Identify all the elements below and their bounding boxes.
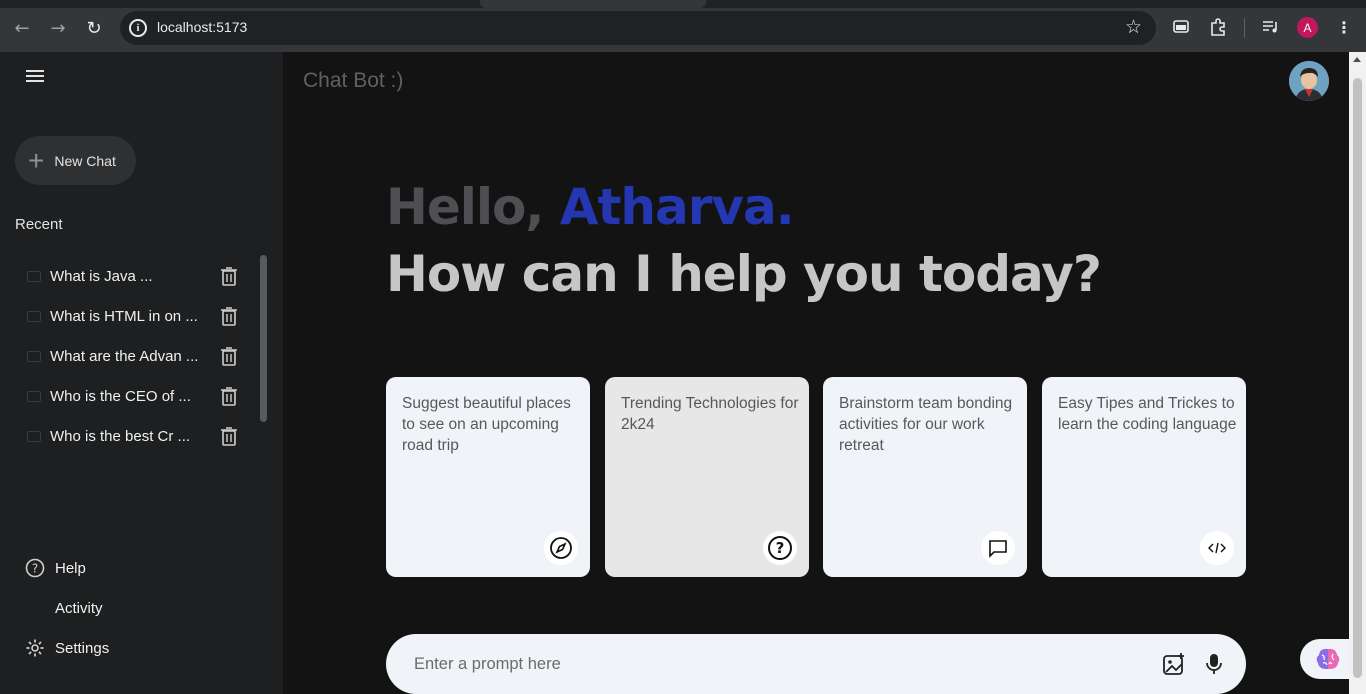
profile-avatar[interactable]: A xyxy=(1297,17,1318,38)
image-upload-icon[interactable] xyxy=(1162,652,1186,676)
scroll-up-arrow-icon[interactable] xyxy=(1353,57,1361,62)
sidebar: + New Chat Recent What is Java ... What … xyxy=(0,52,283,694)
recent-item-label[interactable]: Who is the CEO of ... xyxy=(50,388,210,405)
greeting-name: Atharva. xyxy=(559,178,795,236)
svg-text:?: ? xyxy=(32,562,38,576)
activity-icon xyxy=(25,598,45,618)
help-label: Help xyxy=(55,559,86,577)
cast-icon[interactable] xyxy=(1170,16,1192,38)
recent-item-label[interactable]: What are the Advan ... xyxy=(50,348,210,365)
page-scroll-thumb[interactable] xyxy=(1353,78,1362,678)
recent-item[interactable]: Who is the CEO of ... xyxy=(22,376,252,416)
trash-icon[interactable] xyxy=(220,346,238,366)
suggestion-card[interactable]: Trending Technologies for 2k24 ? xyxy=(605,377,809,577)
prompt-input[interactable] xyxy=(414,652,1114,676)
tab-strip xyxy=(0,0,1366,8)
recent-item[interactable]: Who is the best Cr ... xyxy=(22,416,252,456)
message-icon xyxy=(27,310,41,322)
greeting-hello: Hello, xyxy=(386,178,560,236)
prompt-bar xyxy=(386,634,1246,694)
recent-item[interactable]: What is Java ... xyxy=(22,256,252,296)
site-info-icon[interactable]: i xyxy=(129,19,147,37)
suggestion-card-text: Brainstorm team bonding activities for o… xyxy=(839,395,1013,454)
suggestion-card[interactable]: Suggest beautiful places to see on an up… xyxy=(386,377,590,577)
help-item[interactable]: ? Help xyxy=(25,558,86,578)
greeting-subheading: How can I help you today? xyxy=(386,245,1102,303)
toolbar-separator xyxy=(1244,18,1245,38)
activity-label: Activity xyxy=(55,599,103,617)
trash-icon[interactable] xyxy=(220,386,238,406)
greeting-heading: Hello, Atharva. xyxy=(386,178,795,236)
help-icon: ? xyxy=(25,558,45,578)
code-icon xyxy=(1200,531,1234,565)
gear-icon xyxy=(25,638,45,658)
plus-icon: + xyxy=(28,144,45,176)
active-tab[interactable] xyxy=(480,0,706,8)
forward-icon[interactable]: → xyxy=(46,16,70,40)
trash-icon[interactable] xyxy=(220,306,238,326)
back-icon[interactable]: ← xyxy=(10,16,34,40)
suggestion-card-text: Trending Technologies for 2k24 xyxy=(621,395,799,433)
message-icon xyxy=(27,430,41,442)
recent-item-label[interactable]: What is Java ... xyxy=(50,268,210,285)
main-panel: Chat Bot :) Hello, Atharva. How can I he… xyxy=(283,52,1356,694)
suggestion-card[interactable]: Brainstorm team bonding activities for o… xyxy=(823,377,1027,577)
user-avatar[interactable] xyxy=(1289,61,1329,101)
reload-icon[interactable]: ↻ xyxy=(82,16,106,40)
settings-item[interactable]: Settings xyxy=(25,638,109,658)
svg-text:?: ? xyxy=(776,539,785,557)
page-scrollbar[interactable] xyxy=(1349,52,1366,694)
compass-icon xyxy=(544,531,578,565)
hamburger-menu-icon[interactable] xyxy=(26,70,44,84)
new-chat-label: New Chat xyxy=(54,152,116,169)
new-chat-button[interactable]: + New Chat xyxy=(15,136,136,185)
trash-icon[interactable] xyxy=(220,266,238,286)
activity-item[interactable]: Activity xyxy=(25,598,103,618)
suggestion-card-text: Easy Tipes and Trickes to learn the codi… xyxy=(1058,395,1237,433)
message-icon xyxy=(981,531,1015,565)
recent-item[interactable]: What are the Advan ... xyxy=(22,336,252,376)
settings-label: Settings xyxy=(55,639,110,657)
media-controls-icon[interactable] xyxy=(1260,16,1282,38)
message-icon xyxy=(27,390,41,402)
sidebar-scrollbar[interactable] xyxy=(260,255,267,422)
url-text[interactable]: localhost:5173 xyxy=(157,19,247,35)
trash-icon[interactable] xyxy=(220,426,238,446)
address-bar[interactable]: i localhost:5173 ☆ xyxy=(120,11,1156,45)
message-icon xyxy=(27,350,41,362)
recent-item[interactable]: What is HTML in on ... xyxy=(22,296,252,336)
browser-toolbar: ← → ↻ i localhost:5173 ☆ A ⋮ xyxy=(0,0,1366,52)
message-icon xyxy=(27,270,41,282)
recent-title: Recent xyxy=(15,216,63,233)
brain-icon xyxy=(1316,648,1340,669)
recent-item-label[interactable]: What is HTML in on ... xyxy=(50,308,210,325)
microphone-icon[interactable] xyxy=(1204,652,1224,676)
question-icon: ? xyxy=(763,531,797,565)
extensions-icon[interactable] xyxy=(1207,16,1229,38)
bookmark-star-icon[interactable]: ☆ xyxy=(1125,16,1142,38)
brain-assistant-button[interactable] xyxy=(1300,639,1356,679)
app-title: Chat Bot :) xyxy=(303,69,404,92)
recent-list: What is Java ... What is HTML in on ... … xyxy=(22,256,252,456)
recent-item-label[interactable]: Who is the best Cr ... xyxy=(50,428,210,445)
kebab-menu-icon[interactable]: ⋮ xyxy=(1333,16,1355,38)
suggestion-card[interactable]: Easy Tipes and Trickes to learn the codi… xyxy=(1042,377,1246,577)
suggestion-card-text: Suggest beautiful places to see on an up… xyxy=(402,395,571,454)
